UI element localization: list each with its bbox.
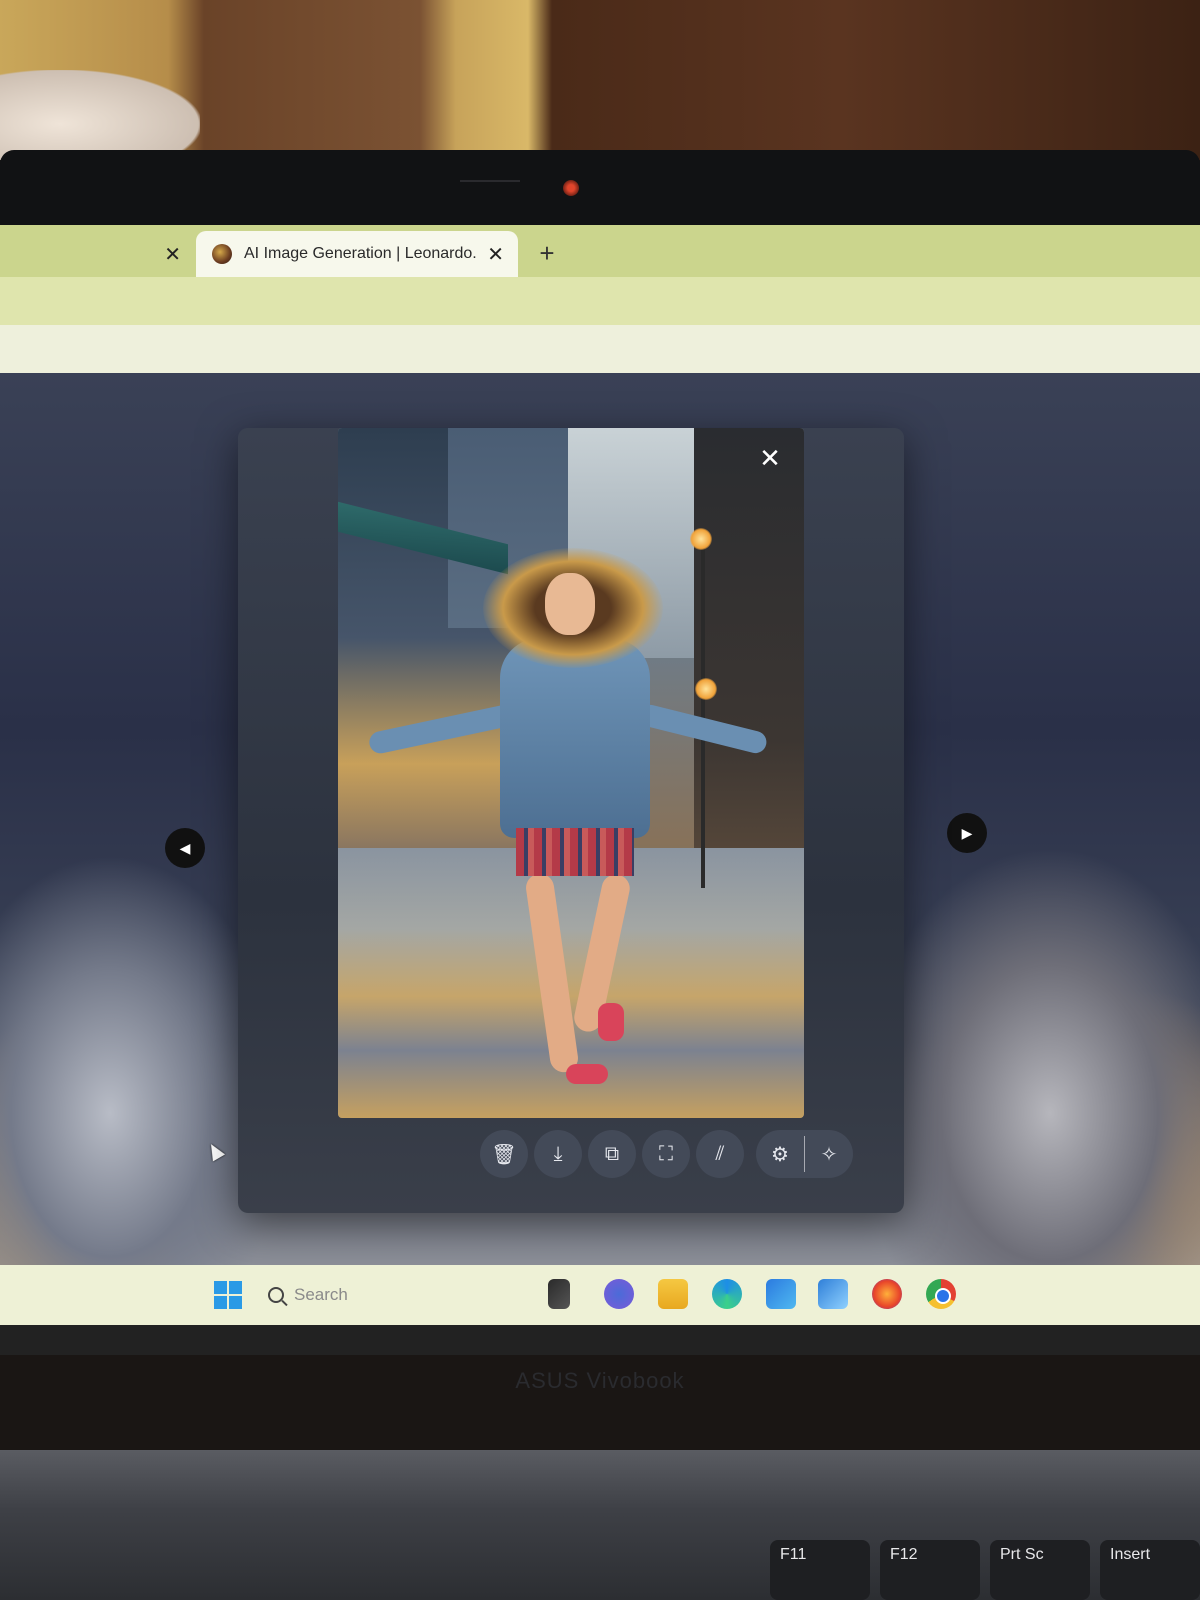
browser-address-bar[interactable]: [0, 277, 1200, 325]
windows-taskbar: Search: [0, 1265, 1200, 1325]
store-icon[interactable]: [766, 1279, 796, 1309]
next-image-button[interactable]: ▶: [947, 813, 987, 853]
laptop-screen: ✕ AI Image Generation | Leonardo. ✕ + ◀ …: [0, 225, 1200, 1355]
image-viewer-modal: ✕ 🗑 ⤓ ⧉ ⛶ ⫽ ⚙ ✧: [238, 428, 904, 1213]
tab-title: AI Image Generation | Leonardo.: [244, 245, 477, 262]
figure-shoe: [598, 1003, 624, 1041]
room-background: [0, 0, 1200, 160]
close-tab-icon[interactable]: ✕: [487, 242, 504, 267]
chat-icon[interactable]: [604, 1279, 634, 1309]
generated-image[interactable]: [338, 428, 804, 1118]
edge-browser-icon[interactable]: [712, 1279, 742, 1309]
previous-image-button[interactable]: ◀: [165, 828, 205, 868]
firefox-icon[interactable]: [872, 1279, 902, 1309]
search-placeholder: Search: [294, 1285, 348, 1304]
mouse-cursor-icon: [204, 1140, 226, 1162]
keyboard-key: F11: [770, 1540, 870, 1600]
image-viewer-overlay[interactable]: ◀ ▶ ✕ 🗑 ⤓ ⧉ ⛶ ⫽ ⚙ ✧: [0, 373, 1200, 1265]
settings-icon[interactable]: ⚙: [756, 1130, 804, 1178]
close-tab-icon[interactable]: ✕: [164, 242, 181, 267]
browser-tab-active[interactable]: AI Image Generation | Leonardo. ✕: [196, 231, 518, 277]
trash-icon[interactable]: 🗑: [480, 1130, 528, 1178]
chrome-icon[interactable]: [926, 1279, 956, 1309]
figure-skirt: [516, 828, 634, 876]
figure-jacket: [500, 638, 650, 838]
image-action-toolbar: 🗑 ⤓ ⧉ ⛶ ⫽ ⚙ ✧: [480, 1128, 853, 1180]
keyboard-key: F12: [880, 1540, 980, 1600]
figure-face: [545, 573, 595, 635]
keyboard-key: Prt Sc: [990, 1540, 1090, 1600]
remove-background-icon[interactable]: ⫽: [696, 1130, 744, 1178]
app-icon[interactable]: [818, 1279, 848, 1309]
action-group: ⚙ ✧: [756, 1130, 853, 1178]
keyboard-key: Insert: [1100, 1540, 1200, 1600]
taskbar-search[interactable]: Search: [268, 1277, 508, 1313]
browser-bookmarks-bar: [0, 325, 1200, 373]
figure-shoe: [566, 1064, 608, 1084]
webcam-icon: [563, 180, 579, 196]
task-view-icon[interactable]: [548, 1279, 570, 1309]
upscale-icon[interactable]: ✧: [805, 1130, 853, 1178]
search-icon: [268, 1287, 284, 1303]
new-tab-button[interactable]: +: [532, 233, 562, 273]
laptop-brand-label: ASUS Vivobook: [515, 1368, 685, 1393]
close-viewer-icon[interactable]: ✕: [754, 442, 786, 474]
image-street-lamp: [695, 678, 717, 700]
windows-start-icon[interactable]: [214, 1281, 242, 1309]
expand-icon[interactable]: ⛶: [642, 1130, 690, 1178]
download-icon[interactable]: ⤓: [534, 1130, 582, 1178]
foreground-object: [0, 70, 200, 160]
image-street-lamp: [690, 528, 712, 550]
copy-icon[interactable]: ⧉: [588, 1130, 636, 1178]
browser-tab-strip: ✕ AI Image Generation | Leonardo. ✕ +: [0, 225, 1200, 277]
bezel-detail: [460, 180, 520, 182]
file-explorer-icon[interactable]: [658, 1279, 688, 1309]
browser-tab-inactive[interactable]: ✕: [0, 231, 195, 277]
leonardo-favicon-icon: [212, 244, 232, 264]
